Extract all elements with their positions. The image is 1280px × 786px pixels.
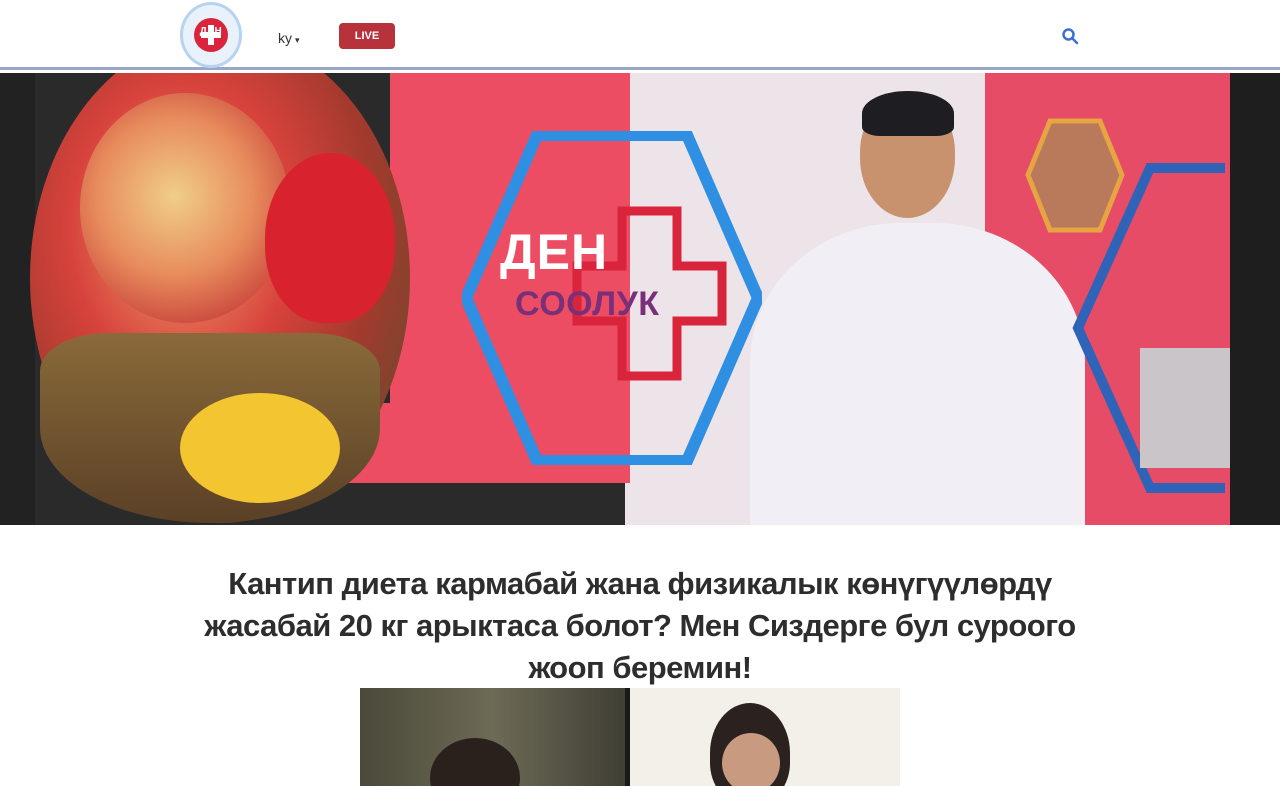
chevron-down-icon: ▾ [295, 35, 300, 45]
article-title[interactable]: Кантип диета кармабай жана физикалык көн… [170, 563, 1110, 689]
strawberry-image [265, 153, 395, 323]
show-title-line1: ДЕН [500, 224, 609, 280]
live-button[interactable]: LIVE [339, 23, 395, 49]
article-image[interactable] [360, 688, 900, 786]
doctor-coat [750, 223, 1085, 525]
show-title-line2: СООЛУК [515, 285, 660, 323]
search-icon[interactable] [1061, 27, 1079, 45]
after-photo-face [722, 733, 780, 786]
hero-banner[interactable]: ДЕН СООЛУК [0, 73, 1280, 525]
apple-image [80, 93, 290, 323]
yellow-fruit-image [180, 393, 340, 503]
language-selector[interactable]: ky ▾ [278, 30, 300, 46]
language-label: ky [278, 30, 292, 46]
hero-dark-edge-right [1230, 73, 1280, 525]
background-shelf [1140, 348, 1230, 468]
doctor-hair [862, 91, 954, 136]
logo-text: ДЕН [199, 26, 223, 37]
site-header: ДЕН ky ▾ LIVE [0, 0, 1280, 70]
